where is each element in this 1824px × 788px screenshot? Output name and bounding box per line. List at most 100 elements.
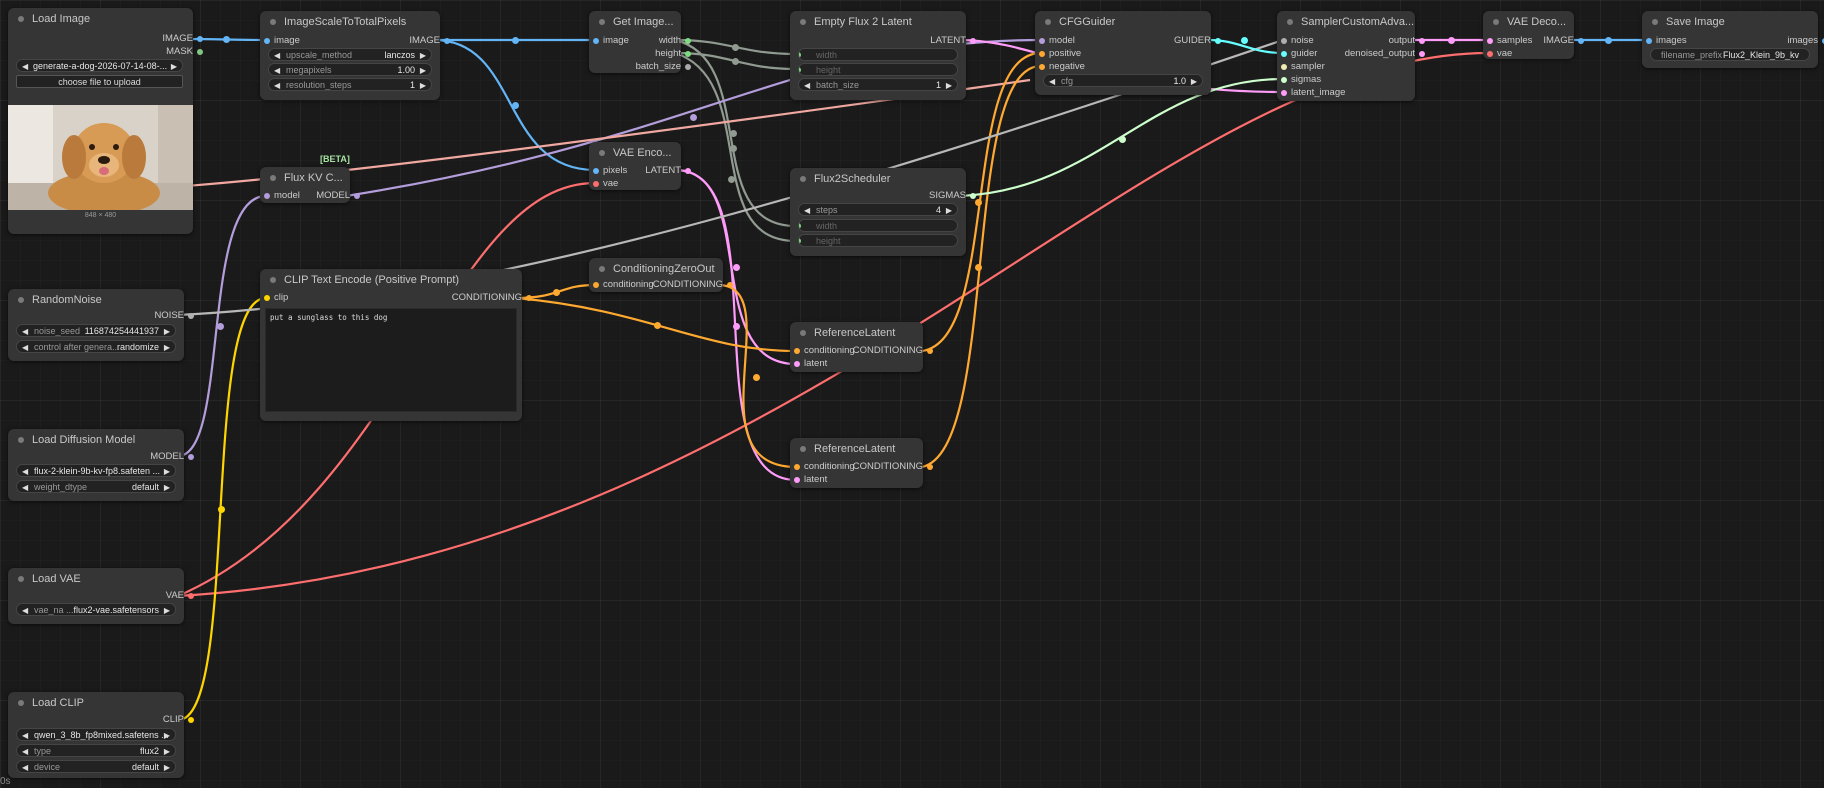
- prompt-textarea[interactable]: put a sunglass to this dog: [265, 308, 517, 412]
- node-title[interactable]: ReferenceLatent: [790, 322, 923, 344]
- input-socket[interactable]: [794, 361, 800, 367]
- arrow-left-icon[interactable]: ◀: [1049, 75, 1055, 86]
- node-title[interactable]: CLIP Text Encode (Positive Prompt): [260, 269, 522, 291]
- node-flux2-scheduler[interactable]: Flux2Scheduler SIGMAS ◀ steps 4 ▶ width hei…: [790, 168, 976, 256]
- output-socket[interactable]: [685, 51, 691, 57]
- reroute-dot[interactable]: [730, 130, 737, 137]
- image-file-select[interactable]: ◀ generate-a-dog-2026-07-14-08-... ▶: [16, 59, 183, 72]
- control-after-generate-select[interactable]: ◀ control after genera... randomize ▶: [16, 340, 176, 353]
- node-title[interactable]: Load Diffusion Model: [8, 429, 184, 451]
- arrow-right-icon[interactable]: ▶: [164, 745, 170, 756]
- node-title[interactable]: RandomNoise: [8, 289, 184, 311]
- input-sampler[interactable]: sampler: [1277, 61, 1325, 73]
- reroute-dot[interactable]: [730, 145, 737, 152]
- node-reference-latent[interactable]: ReferenceLatent conditioning CONDITIONIN…: [790, 322, 933, 372]
- reroute-dot[interactable]: [654, 322, 661, 329]
- input-socket[interactable]: [1281, 90, 1287, 96]
- input-latent[interactable]: latent: [790, 474, 827, 486]
- reroute-dot[interactable]: [753, 374, 760, 381]
- reroute-dot[interactable]: [218, 506, 225, 513]
- node-image-scale[interactable]: ImageScaleToTotalPixels image IMAGE ◀ ups…: [260, 11, 450, 100]
- reroute-dot[interactable]: [732, 44, 739, 51]
- reroute-dot[interactable]: [512, 102, 519, 109]
- node-get-image-size[interactable]: Get Image... image width height batch_si…: [589, 11, 691, 73]
- input-vae[interactable]: vae: [1483, 48, 1512, 60]
- input-positive[interactable]: positive: [1035, 48, 1081, 60]
- output-noise[interactable]: NOISE: [8, 310, 198, 322]
- arrow-right-icon[interactable]: ▶: [164, 341, 170, 352]
- output-clip[interactable]: CLIP: [8, 714, 198, 726]
- input-socket[interactable]: [1281, 64, 1287, 70]
- input-socket[interactable]: [1487, 51, 1493, 57]
- arrow-left-icon[interactable]: ◀: [22, 745, 28, 756]
- node-reference-latent[interactable]: ReferenceLatent conditioning CONDITIONIN…: [790, 438, 933, 488]
- node-title[interactable]: VAE Enco...: [589, 142, 681, 164]
- output-socket[interactable]: [1578, 38, 1584, 44]
- input-latent[interactable]: latent: [790, 358, 827, 370]
- steps-input[interactable]: ◀ steps 4 ▶: [798, 203, 958, 216]
- output-model[interactable]: MODEL: [8, 451, 198, 463]
- output-socket[interactable]: [197, 36, 203, 42]
- arrow-left-icon[interactable]: ◀: [22, 481, 28, 492]
- height-input[interactable]: height: [798, 63, 958, 76]
- output-socket[interactable]: [970, 38, 976, 44]
- node-title[interactable]: CFGGuider: [1035, 11, 1211, 33]
- node-title[interactable]: ImageScaleToTotalPixels: [260, 11, 440, 33]
- output-socket[interactable]: [188, 313, 194, 319]
- output-socket[interactable]: [927, 464, 933, 470]
- output-height[interactable]: height: [589, 48, 695, 60]
- vae-name-select[interactable]: ◀ vae_na ... flux2-vae.safetensors ▶: [16, 603, 176, 616]
- width-input[interactable]: width: [798, 48, 958, 61]
- output-socket[interactable]: [970, 193, 976, 199]
- arrow-right-icon[interactable]: ▶: [420, 64, 426, 75]
- arrow-right-icon[interactable]: ▶: [164, 729, 170, 740]
- arrow-left-icon[interactable]: ◀: [22, 341, 28, 352]
- output-socket[interactable]: [685, 38, 691, 44]
- output-conditioning[interactable]: CONDITIONING: [790, 345, 937, 357]
- node-title[interactable]: ConditioningZeroOut: [589, 258, 723, 280]
- arrow-right-icon[interactable]: ▶: [946, 79, 952, 90]
- cfg-input[interactable]: ◀ cfg 1.0 ▶: [1043, 74, 1203, 87]
- width-input[interactable]: width: [798, 219, 958, 232]
- arrow-right-icon[interactable]: ▶: [171, 60, 177, 71]
- reroute-dot[interactable]: [1119, 136, 1126, 143]
- arrow-left-icon[interactable]: ◀: [274, 64, 280, 75]
- arrow-left-icon[interactable]: ◀: [274, 49, 280, 60]
- arrow-left-icon[interactable]: ◀: [22, 60, 28, 71]
- output-socket[interactable]: [927, 348, 933, 354]
- node-title[interactable]: Flux2Scheduler: [790, 168, 966, 190]
- input-socket[interactable]: [1281, 77, 1287, 83]
- output-sigmas[interactable]: SIGMAS: [790, 190, 980, 202]
- arrow-right-icon[interactable]: ▶: [420, 79, 426, 90]
- output-socket[interactable]: [727, 282, 733, 288]
- reroute-dot[interactable]: [553, 289, 560, 296]
- device-select[interactable]: ◀ device default ▶: [16, 760, 176, 773]
- arrow-right-icon[interactable]: ▶: [1191, 75, 1197, 86]
- megapixels-input[interactable]: ◀ megapixels 1.00 ▶: [268, 63, 432, 76]
- node-conditioning-zero-out[interactable]: ConditioningZeroOut conditioning CONDITI…: [589, 258, 733, 292]
- node-vae-encode[interactable]: VAE Enco... pixels LATENT vae: [589, 142, 691, 190]
- output-conditioning[interactable]: CONDITIONING: [260, 292, 536, 304]
- reroute-dot[interactable]: [733, 264, 740, 271]
- output-socket[interactable]: [188, 717, 194, 723]
- output-socket[interactable]: [188, 593, 194, 599]
- node-load-clip[interactable]: Load CLIP CLIP ◀ qwen_3_8b_fp8mixed.safet…: [8, 692, 194, 778]
- node-load-vae[interactable]: Load VAE VAE ◀ vae_na ... flux2-vae.safete…: [8, 568, 194, 624]
- input-latent-image[interactable]: latent_image: [1277, 87, 1345, 99]
- arrow-left-icon[interactable]: ◀: [22, 761, 28, 772]
- output-latent[interactable]: LATENT: [589, 165, 695, 177]
- arrow-left-icon[interactable]: ◀: [22, 325, 28, 336]
- arrow-left-icon[interactable]: ◀: [22, 729, 28, 740]
- output-denoised[interactable]: denoised_output: [1277, 48, 1429, 60]
- node-title[interactable]: Empty Flux 2 Latent: [790, 11, 966, 33]
- arrow-right-icon[interactable]: ▶: [164, 325, 170, 336]
- node-empty-flux2-latent[interactable]: Empty Flux 2 Latent LATENT width height …: [790, 11, 976, 100]
- arrow-right-icon[interactable]: ▶: [164, 604, 170, 615]
- node-title[interactable]: Get Image...: [589, 11, 681, 33]
- input-socket[interactable]: [799, 223, 801, 229]
- reroute-dot[interactable]: [728, 176, 735, 183]
- node-vae-decode[interactable]: VAE Deco... samples IMAGE vae: [1483, 11, 1584, 60]
- input-socket[interactable]: [799, 67, 801, 73]
- node-title[interactable]: Load CLIP: [8, 692, 184, 714]
- output-image[interactable]: IMAGE: [260, 35, 454, 47]
